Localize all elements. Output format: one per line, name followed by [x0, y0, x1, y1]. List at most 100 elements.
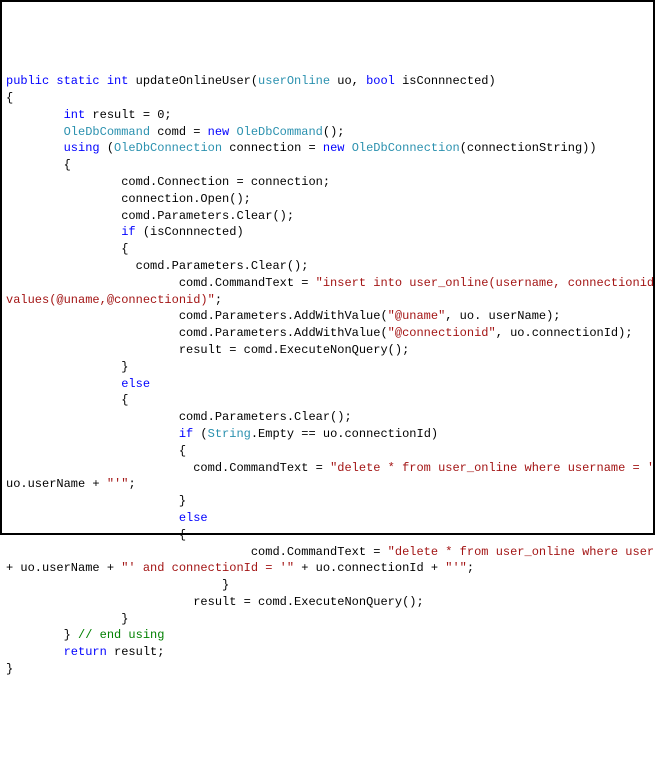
code-token: ; [128, 477, 135, 491]
code-token: comd.Parameters.Clear(); [121, 209, 294, 223]
code-token: ; [215, 293, 222, 307]
code-line: comd.CommandText = "insert into user_onl… [6, 275, 649, 292]
code-line: comd.Parameters.AddWithValue("@uname", u… [6, 308, 649, 325]
code-line: public static int updateOnlineUser(userO… [6, 73, 649, 90]
code-line: else [6, 510, 649, 527]
code-token: OleDbConnection [114, 141, 222, 155]
code-token: result = comd.ExecuteNonQuery(); [179, 343, 409, 357]
code-token: comd.Parameters.Clear(); [179, 410, 352, 424]
code-token: comd.CommandText = [193, 461, 330, 475]
code-token: comd.CommandText = [179, 276, 316, 290]
code-line: int result = 0; [6, 107, 649, 124]
code-token: , uo. userName); [445, 309, 560, 323]
code-token: bool [366, 74, 395, 88]
code-line: OleDbCommand comd = new OleDbCommand(); [6, 124, 649, 141]
code-line: if (isConnnected) [6, 224, 649, 241]
code-line: connection.Open(); [6, 191, 649, 208]
code-token: (connectionString)) [460, 141, 597, 155]
code-token: } [121, 612, 128, 626]
code-token: else [121, 377, 150, 391]
code-line: } [6, 359, 649, 376]
code-token: } [222, 578, 229, 592]
code-token: { [179, 444, 186, 458]
code-token: uo.userName + [6, 477, 107, 491]
code-token: result = comd.ExecuteNonQuery(); [193, 595, 423, 609]
code-token: OleDbCommand [236, 125, 322, 139]
code-line: using (OleDbConnection connection = new … [6, 140, 649, 157]
code-token: connection = [222, 141, 323, 155]
code-token: , uo.connectionId); [496, 326, 633, 340]
code-line: { [6, 527, 649, 544]
code-token: uo, [330, 74, 366, 88]
code-line: uo.userName + "'"; [6, 476, 649, 493]
code-line: values(@uname,@connectionid)"; [6, 292, 649, 309]
code-token: updateOnlineUser( [128, 74, 258, 88]
code-token: } [64, 628, 78, 642]
code-line: { [6, 443, 649, 460]
code-token: "' and connectionId = '" [121, 561, 294, 575]
code-line: } [6, 493, 649, 510]
code-line: } [6, 611, 649, 628]
code-token: new [323, 141, 345, 155]
code-token: + uo.connectionId + [294, 561, 445, 575]
code-token: } [6, 662, 13, 676]
code-token: // end using [78, 628, 164, 642]
code-line: else [6, 376, 649, 393]
code-token: comd = [150, 125, 208, 139]
code-token: comd.Parameters.Clear(); [136, 259, 309, 273]
code-line: comd.Parameters.AddWithValue("@connectio… [6, 325, 649, 342]
code-block: public static int updateOnlineUser(userO… [6, 73, 649, 678]
code-token: new [208, 125, 230, 139]
code-line: { [6, 241, 649, 258]
code-token: int [64, 108, 86, 122]
code-token: result = 0; [85, 108, 171, 122]
code-token: if [179, 427, 193, 441]
code-token: { [121, 242, 128, 256]
code-token: "insert into user_online(username, conne… [316, 276, 655, 290]
code-token: else [179, 511, 208, 525]
code-token: comd.Connection = connection; [121, 175, 330, 189]
code-line: { [6, 90, 649, 107]
code-token: "@connectionid" [388, 326, 496, 340]
code-token: comd.Parameters.AddWithValue( [179, 309, 388, 323]
code-token: "delete * from user_online where usernam… [330, 461, 655, 475]
code-line: comd.Connection = connection; [6, 174, 649, 191]
code-line: comd.CommandText = "delete * from user_o… [6, 544, 649, 561]
code-line: result = comd.ExecuteNonQuery(); [6, 342, 649, 359]
code-line: { [6, 157, 649, 174]
code-token: "delete * from user_online where usernam… [388, 545, 655, 559]
code-line: comd.Parameters.Clear(); [6, 208, 649, 225]
code-token: ; [467, 561, 474, 575]
code-token: comd.CommandText = [251, 545, 388, 559]
code-line: } [6, 661, 649, 678]
code-token: { [6, 91, 13, 105]
code-token: OleDbCommand [64, 125, 150, 139]
code-token: "'" [107, 477, 129, 491]
code-token: using [64, 141, 100, 155]
code-line: comd.Parameters.Clear(); [6, 258, 649, 275]
code-token: connection.Open(); [121, 192, 251, 206]
code-token: + uo.userName + [6, 561, 121, 575]
code-line: result = comd.ExecuteNonQuery(); [6, 594, 649, 611]
code-line: } // end using [6, 627, 649, 644]
code-line: comd.Parameters.Clear(); [6, 409, 649, 426]
code-token: } [121, 360, 128, 374]
code-token: isConnnected) [395, 74, 496, 88]
code-token: ( [193, 427, 207, 441]
code-token: "@uname" [388, 309, 446, 323]
code-token: "'" [445, 561, 467, 575]
code-token [345, 141, 352, 155]
code-token: return [64, 645, 107, 659]
code-line: if (String.Empty == uo.connectionId) [6, 426, 649, 443]
code-line: } [6, 577, 649, 594]
code-token: { [64, 158, 71, 172]
code-token: (); [323, 125, 345, 139]
code-token: values(@uname,@connectionid)" [6, 293, 215, 307]
code-token: ( [100, 141, 114, 155]
code-token: { [121, 393, 128, 407]
code-token: (isConnnected) [136, 225, 244, 239]
code-token: .Empty == uo.connectionId) [251, 427, 438, 441]
code-token: if [121, 225, 135, 239]
code-token: OleDbConnection [352, 141, 460, 155]
code-line: comd.CommandText = "delete * from user_o… [6, 460, 649, 477]
